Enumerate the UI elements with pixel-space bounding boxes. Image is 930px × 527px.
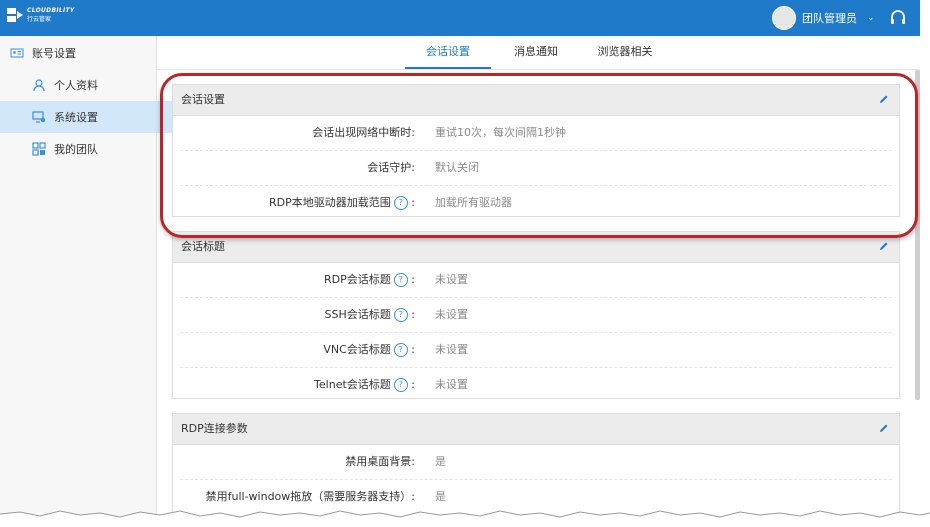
section-header: RDP连接参数: [173, 414, 899, 445]
cloudbility-logo-icon: [7, 8, 23, 22]
help-icon[interactable]: ?: [393, 343, 408, 357]
user-icon: [33, 79, 45, 92]
tab-bar: 会话设置 消息通知 浏览器相关: [157, 36, 920, 70]
help-icon[interactable]: ?: [393, 378, 408, 392]
settings-row: RDP会话标题? : 未设置: [180, 263, 892, 298]
section-session-title: 会话标题 RDP会话标题? : 未设置 SSH会话标题? : 未设置 VNC会话…: [172, 231, 900, 399]
sidebar-item-label: 个人资料: [54, 79, 98, 92]
tab-notifications[interactable]: 消息通知: [501, 36, 571, 69]
row-value: 未设置: [435, 273, 468, 286]
tab-browser[interactable]: 浏览器相关: [587, 36, 663, 69]
row-label: Telnet会话标题? :: [314, 378, 415, 392]
row-label: VNC会话标题? :: [323, 343, 415, 357]
sidebar-header-label: 账号设置: [32, 47, 76, 60]
avatar[interactable]: [772, 6, 796, 30]
highlight-annotation: [160, 73, 918, 238]
row-label: 禁用桌面背景:: [345, 455, 415, 468]
sidebar: 账号设置 个人资料 系统设置 我的团队: [0, 36, 188, 527]
user-menu[interactable]: 团队管理员 ⌄: [772, 6, 875, 30]
id-card-icon: [10, 48, 24, 58]
torn-edge-decoration: [0, 510, 930, 527]
logo-text-en: CLOUDBILITY: [27, 7, 75, 14]
row-label: SSH会话标题? :: [324, 308, 415, 322]
sidebar-header-account-settings[interactable]: 账号设置: [0, 37, 166, 69]
grid-icon: [32, 142, 46, 156]
logo-text: CLOUDBILITY 行云管家: [27, 6, 75, 24]
section-rdp-params: RDP连接参数 禁用桌面背景: 是 禁用full-window拖放（需要服务器支…: [172, 413, 900, 523]
top-bar: CLOUDBILITY 行云管家 团队管理员 ⌄: [0, 0, 920, 36]
logo-text-cn: 行云管家: [27, 16, 52, 23]
settings-row: SSH会话标题? : 未设置: [180, 298, 892, 333]
sidebar-item-label: 我的团队: [54, 143, 98, 156]
row-value: 未设置: [435, 343, 468, 356]
tab-session-settings[interactable]: 会话设置: [405, 36, 491, 69]
settings-row: Telnet会话标题? : 未设置: [180, 368, 892, 402]
help-icon[interactable]: ?: [393, 308, 408, 322]
help-icon[interactable]: ?: [393, 273, 408, 287]
monitor-settings-icon: [32, 111, 46, 123]
section-title: RDP连接参数: [181, 422, 248, 435]
pencil-icon[interactable]: [878, 241, 889, 252]
pencil-icon[interactable]: [878, 423, 889, 434]
settings-row: 禁用桌面背景: 是: [180, 445, 892, 480]
user-name[interactable]: 团队管理员: [802, 10, 857, 26]
row-value: 未设置: [435, 378, 468, 391]
brand-logo[interactable]: CLOUDBILITY 行云管家: [6, 6, 75, 24]
row-value: 是: [435, 455, 446, 468]
settings-row: VNC会话标题? : 未设置: [180, 333, 892, 368]
row-value: 未设置: [435, 308, 468, 321]
headset-icon[interactable]: [889, 9, 907, 27]
sidebar-item-label: 系统设置: [54, 111, 98, 124]
row-label: RDP会话标题? :: [324, 273, 415, 287]
chevron-down-icon[interactable]: ⌄: [867, 13, 875, 23]
